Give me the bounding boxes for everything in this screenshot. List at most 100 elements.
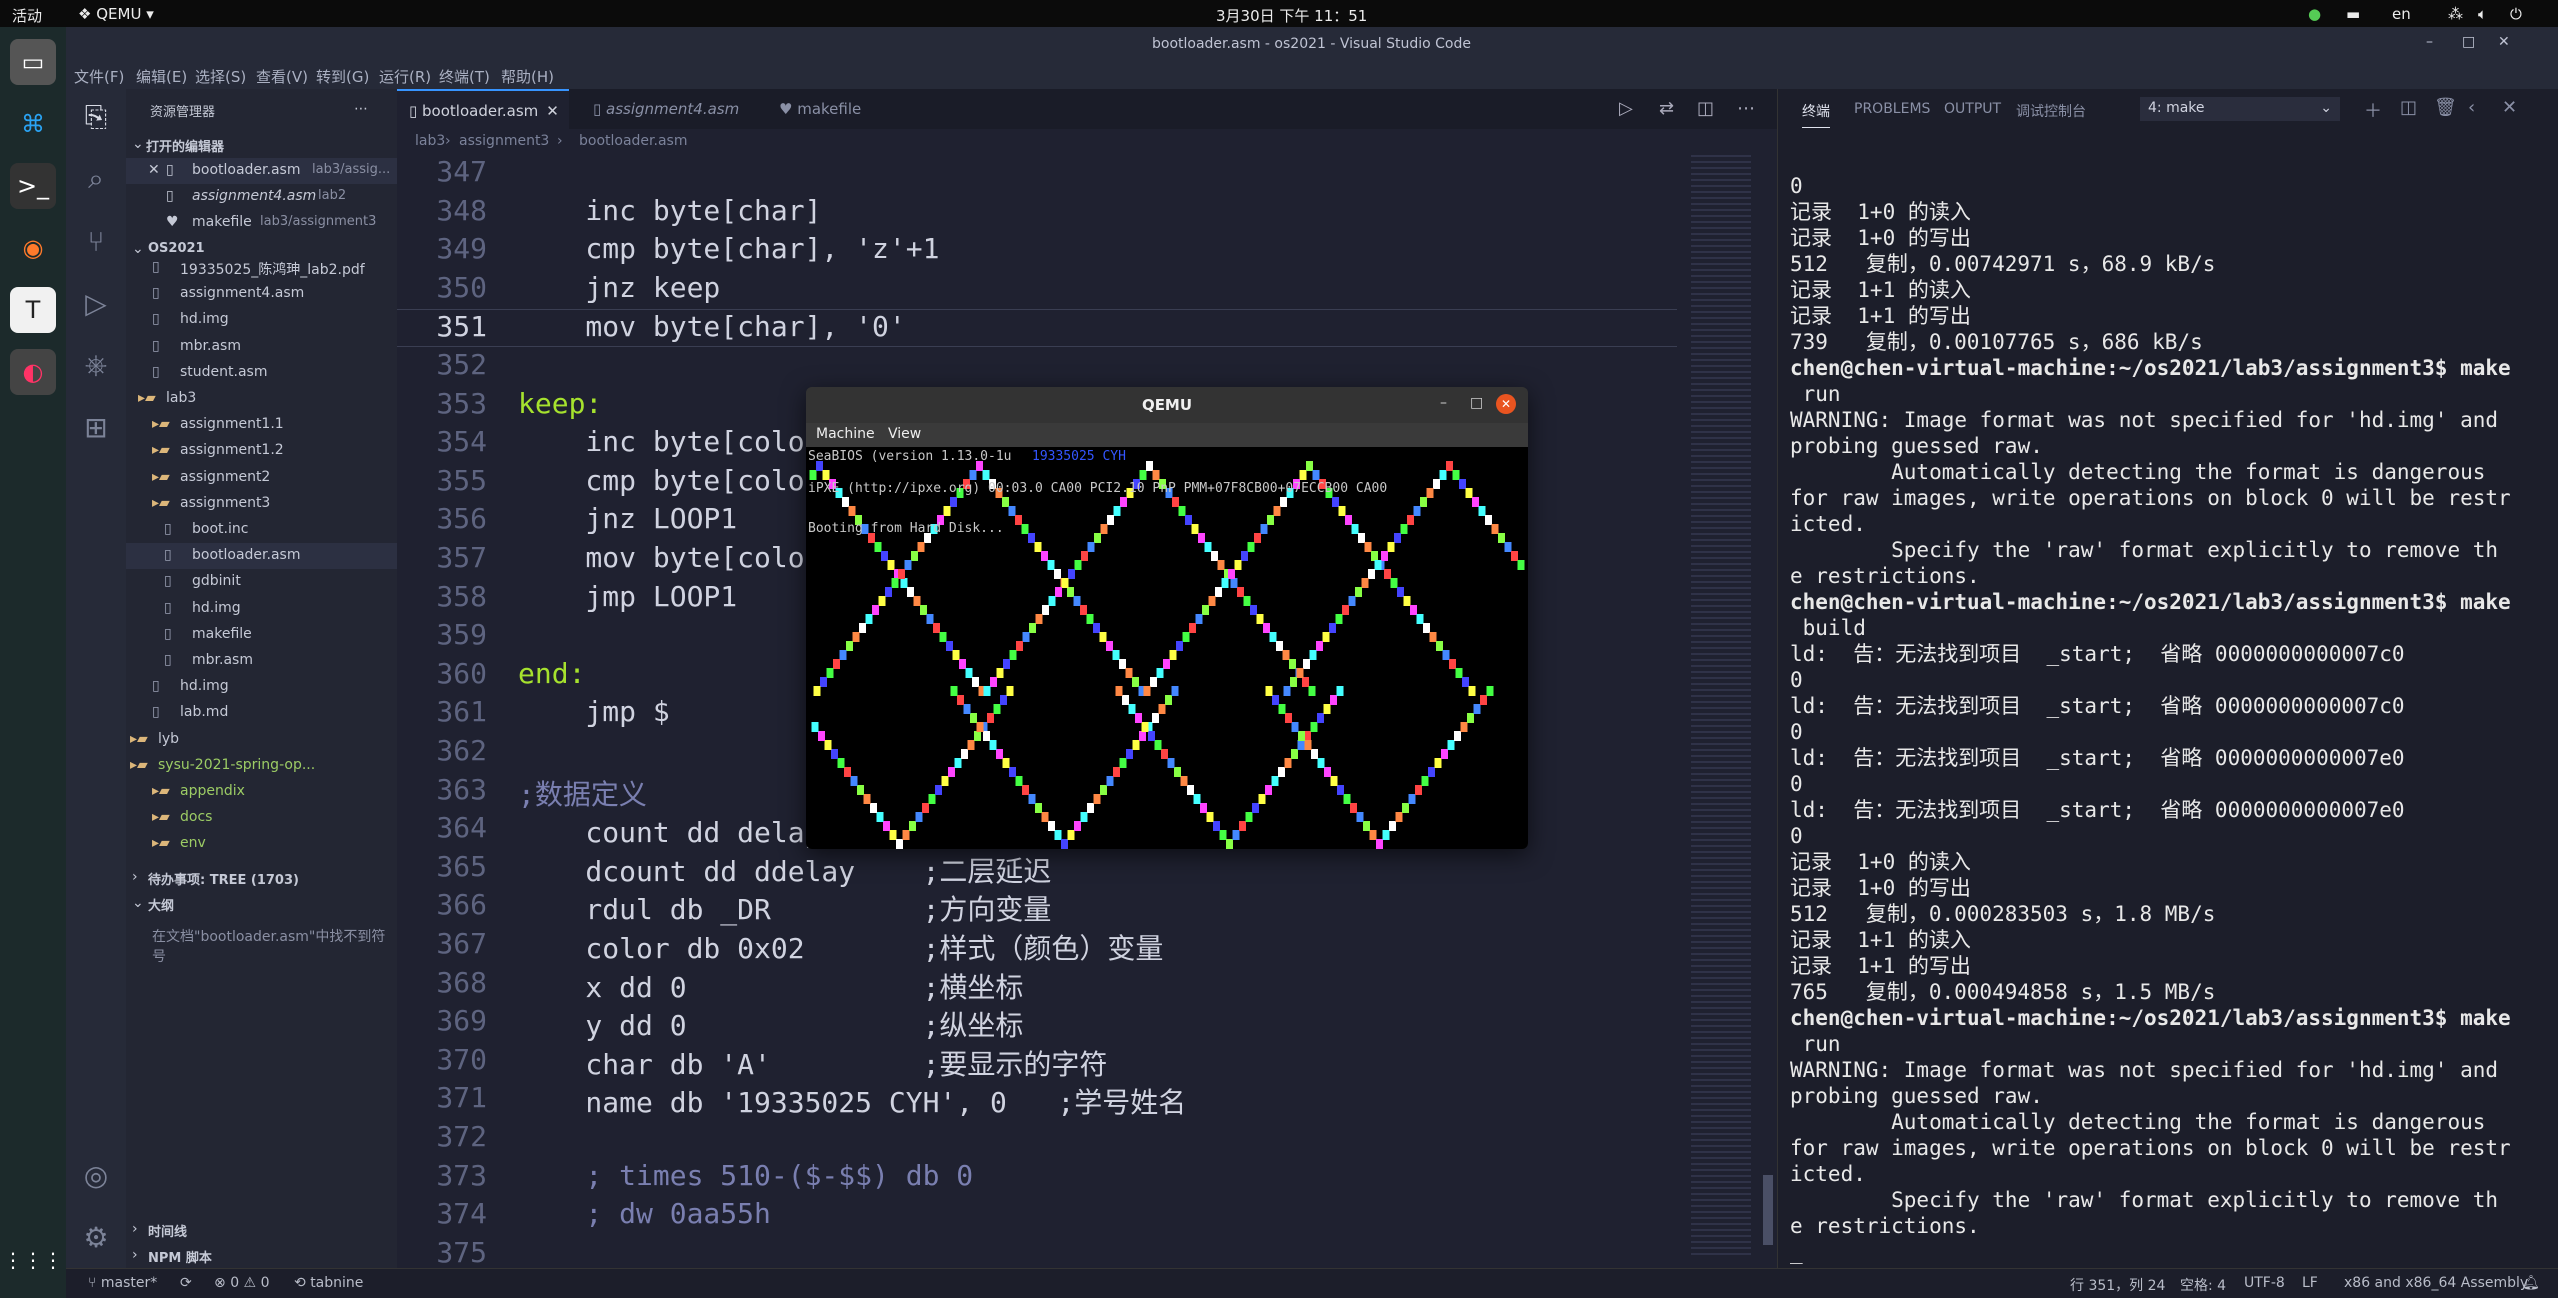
- tree-folder[interactable]: ▸▰ assignment3: [126, 491, 397, 517]
- tree-folder[interactable]: ▸▰ env: [126, 831, 397, 857]
- tree-file[interactable]: ▯ 19335025_陈鸿珅_lab2.pdf: [126, 255, 397, 281]
- tree-file[interactable]: ▯ assignment4.asm: [126, 281, 397, 307]
- tree-file[interactable]: ▯ student.asm: [126, 360, 397, 386]
- cursor-position[interactable]: 行 351，列 24: [2070, 1275, 2165, 1295]
- menu-edit[interactable]: 编辑(E): [136, 66, 187, 87]
- compare-icon[interactable]: ⇄: [1659, 98, 1674, 119]
- language-indicator[interactable]: en: [2392, 5, 2411, 23]
- tree-file[interactable]: ▯ boot.inc: [126, 517, 397, 543]
- app-menu[interactable]: ❖ QEMU ▾: [78, 5, 154, 23]
- volume-icon[interactable]: 🔈︎: [2478, 5, 2487, 23]
- menu-help[interactable]: 帮助(H): [501, 66, 554, 87]
- tree-folder[interactable]: ▸▰ appendix: [126, 779, 397, 805]
- search-icon[interactable]: ⌕: [78, 161, 114, 197]
- todo-tree-section[interactable]: › 待办事项: TREE (1703): [126, 865, 397, 891]
- tree-file[interactable]: ▯ hd.img: [126, 674, 397, 700]
- menu-terminal[interactable]: 终端(T): [439, 66, 490, 87]
- qemu-menu-machine[interactable]: Machine: [816, 426, 875, 442]
- more-actions-icon[interactable]: ⋯: [1737, 98, 1755, 119]
- terminal-select[interactable]: 4: make ⌄: [2140, 97, 2340, 121]
- qemu-screen[interactable]: SeaBIOS (version 1.13.0-1u 19335025 CYH …: [806, 447, 1528, 849]
- close-icon[interactable]: ✕: [2498, 34, 2510, 50]
- tree-folder[interactable]: ▸▰ assignment2: [126, 465, 397, 491]
- tree-folder[interactable]: ▸▰ docs: [126, 805, 397, 831]
- chevron-left-icon[interactable]: ‹: [2468, 97, 2475, 118]
- firefox-icon[interactable]: ◉: [10, 225, 56, 271]
- more-actions-icon[interactable]: ⋯: [354, 101, 368, 117]
- breadcrumb-item[interactable]: lab3: [415, 133, 445, 149]
- tab-debug-console[interactable]: 调试控制台: [2016, 101, 2086, 121]
- sync-icon[interactable]: ⟳: [180, 1275, 192, 1291]
- open-editor-item[interactable]: ✕ ▯ bootloader.asm lab3/assig...: [126, 158, 397, 184]
- vscode-icon[interactable]: ⌘: [10, 101, 56, 147]
- split-editor-icon[interactable]: ◫: [1697, 98, 1714, 119]
- tree-folder[interactable]: ▸▰ assignment1.1: [126, 412, 397, 438]
- tab-makefile[interactable]: ♥ makefile: [763, 89, 893, 129]
- tree-file[interactable]: ▯ mbr.asm: [126, 334, 397, 360]
- settings-gear-icon[interactable]: ⚙: [78, 1219, 114, 1255]
- qemu-menu-view[interactable]: View: [888, 426, 921, 442]
- menu-file[interactable]: 文件(F): [74, 66, 124, 87]
- tree-file[interactable]: ▯ lab.md: [126, 700, 397, 726]
- tree-folder[interactable]: ▸▰ assignment1.2: [126, 438, 397, 464]
- files-icon[interactable]: ▭: [10, 39, 56, 85]
- encoding[interactable]: UTF-8: [2244, 1275, 2285, 1291]
- outline-section[interactable]: ⌄ 大纲: [126, 891, 397, 917]
- tree-file[interactable]: ▯ hd.img: [126, 596, 397, 622]
- close-tab-icon[interactable]: ✕: [546, 102, 559, 120]
- open-editors-section[interactable]: ⌄ 打开的编辑器: [126, 132, 397, 158]
- problems-indicator[interactable]: ⊗ 0 ⚠ 0: [214, 1275, 269, 1291]
- terminal-icon[interactable]: >_: [10, 163, 56, 209]
- npm-scripts-section[interactable]: › NPM 脚本: [126, 1243, 397, 1269]
- maximize-icon[interactable]: □: [2462, 34, 2475, 50]
- keyboard-icon[interactable]: ▬: [2346, 5, 2360, 23]
- source-control-icon[interactable]: ⑂: [78, 223, 114, 259]
- explorer-icon[interactable]: ⎘: [78, 99, 114, 135]
- show-apps-icon[interactable]: ⋮⋮⋮: [3, 1237, 63, 1283]
- scrollbar-thumb[interactable]: [1763, 1175, 1773, 1245]
- remote-icon[interactable]: ⎈: [78, 347, 114, 383]
- eol[interactable]: LF: [2302, 1275, 2318, 1291]
- minimize-icon[interactable]: –: [2426, 34, 2433, 50]
- tree-folder[interactable]: ▸▰ sysu-2021-spring-op...: [126, 753, 397, 779]
- add-terminal-icon[interactable]: ＋: [2364, 97, 2382, 123]
- accounts-icon[interactable]: ◎: [78, 1157, 114, 1193]
- menu-selection[interactable]: 选择(S): [195, 66, 246, 87]
- split-terminal-icon[interactable]: ◫: [2400, 97, 2417, 118]
- activities-button[interactable]: 活动: [12, 5, 42, 26]
- tabnine-indicator[interactable]: ⟲ tabnine: [294, 1275, 363, 1291]
- qemu-icon[interactable]: ◐: [10, 349, 56, 395]
- language-mode[interactable]: x86 and x86_64 Assembly: [2344, 1275, 2528, 1291]
- indentation[interactable]: 空格: 4: [2180, 1275, 2226, 1295]
- qemu-minimize-icon[interactable]: –: [1440, 395, 1447, 411]
- open-editor-item[interactable]: ♥ makefile lab3/assignment3: [126, 210, 397, 236]
- run-icon[interactable]: ▷: [1619, 98, 1633, 119]
- tree-folder[interactable]: ▸▰ lab3: [126, 386, 397, 412]
- extensions-icon[interactable]: ⊞: [78, 409, 114, 445]
- network-icon[interactable]: ⁂: [2448, 5, 2463, 23]
- qemu-maximize-icon[interactable]: □: [1470, 395, 1483, 411]
- menu-run[interactable]: 运行(R): [379, 66, 431, 87]
- shield-icon[interactable]: ●: [2308, 5, 2321, 23]
- breadcrumb-item[interactable]: assignment3: [459, 133, 549, 149]
- open-editor-item[interactable]: ▯ assignment4.asm lab2: [126, 184, 397, 210]
- tab-terminal[interactable]: 终端: [1802, 101, 1830, 128]
- clock[interactable]: 3月30日 下午 11：51: [1216, 5, 1367, 26]
- typora-icon[interactable]: T: [10, 287, 56, 333]
- tree-folder[interactable]: ▸▰ lyb: [126, 727, 397, 753]
- trash-icon[interactable]: 🗑︎: [2434, 97, 2457, 118]
- branch-indicator[interactable]: ⑂ master*: [88, 1275, 157, 1291]
- tab-bootloader[interactable]: ▯ bootloader.asm ✕: [397, 89, 569, 129]
- qemu-close-icon[interactable]: ✕: [1496, 394, 1516, 414]
- menu-go[interactable]: 转到(G): [316, 66, 369, 87]
- minimap[interactable]: [1687, 155, 1777, 1275]
- tree-file[interactable]: ▯ makefile: [126, 622, 397, 648]
- breadcrumb-item[interactable]: bootloader.asm: [579, 133, 687, 149]
- tab-assignment4[interactable]: ▯ assignment4.asm: [573, 89, 759, 129]
- tree-file[interactable]: ▯ mbr.asm: [126, 648, 397, 674]
- tab-problems[interactable]: PROBLEMS: [1854, 101, 1930, 117]
- menu-view[interactable]: 查看(V): [256, 66, 308, 87]
- notification-icon[interactable]: 🔔︎: [2522, 1275, 2540, 1291]
- close-panel-icon[interactable]: ✕: [2502, 97, 2517, 118]
- terminal-output[interactable]: 0 记录 1+0 的读入 记录 1+0 的写出 512 复制，0.00742971 s…: [1790, 173, 2550, 1265]
